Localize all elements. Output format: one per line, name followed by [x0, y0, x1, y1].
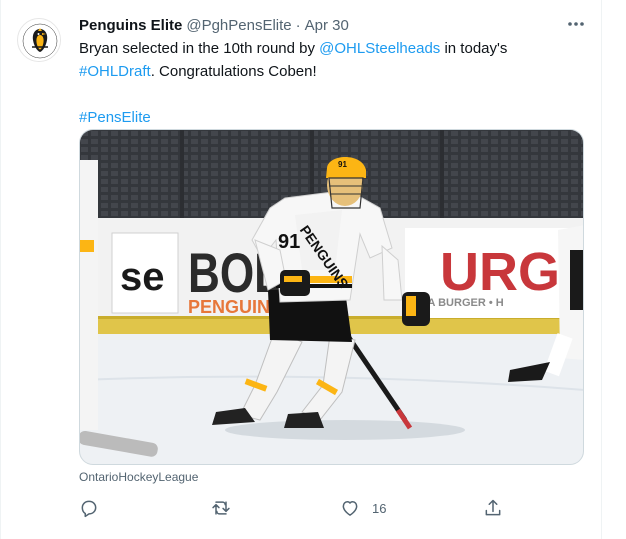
tweet-date[interactable]: Apr 30	[305, 17, 349, 34]
hockey-player-photo: se BOLD PENGUINS URGA H VA BURGER • H PE…	[80, 130, 583, 464]
tweet-text-mid: in today's	[440, 40, 508, 57]
like-button[interactable]: 16	[340, 496, 386, 520]
hashtag-link-ohldraft[interactable]: #OHLDraft	[79, 63, 151, 80]
like-count: 16	[372, 500, 387, 516]
tweet-text: Bryan selected in the 10th round by @OHL…	[79, 37, 584, 129]
tweet-actions: 16	[79, 496, 509, 520]
author-handle[interactable]: @PghPensElite	[186, 17, 291, 34]
reply-button[interactable]	[79, 496, 99, 520]
tweet-text-post: . Congratulations Coben!	[150, 63, 317, 80]
separator-dot: ·	[295, 16, 301, 34]
retweet-button[interactable]	[210, 496, 232, 520]
media-source-label[interactable]: OntarioHockeyLeague	[79, 470, 198, 484]
svg-text:91: 91	[338, 160, 347, 169]
share-icon	[485, 499, 501, 516]
timeline-border-left	[0, 0, 1, 539]
heart-icon	[342, 501, 358, 516]
author-name[interactable]: Penguins Elite	[79, 17, 182, 34]
board-text-penguins: PENGUINS	[188, 297, 282, 317]
board-text-se: se	[120, 255, 165, 299]
avatar[interactable]	[17, 18, 61, 62]
tweet-photo[interactable]: se BOLD PENGUINS URGA H VA BURGER • H PE…	[79, 129, 584, 465]
share-button[interactable]	[483, 496, 503, 520]
tweet-text-pre: Bryan selected in the 10th round by	[79, 40, 320, 57]
retweet-icon	[212, 501, 230, 515]
tweet-header: Penguins Elite @PghPensElite · Apr 30	[79, 15, 349, 35]
penguins-elite-logo	[19, 20, 60, 61]
reply-icon	[81, 500, 97, 518]
timeline-border-right	[601, 0, 602, 539]
more-icon	[568, 22, 584, 26]
more-options-button[interactable]	[563, 12, 589, 36]
mention-link[interactable]: @OHLSteelheads	[319, 40, 440, 57]
hashtag-link-penselite[interactable]: #PensElite	[79, 109, 151, 126]
jersey-number: 91	[278, 231, 300, 253]
